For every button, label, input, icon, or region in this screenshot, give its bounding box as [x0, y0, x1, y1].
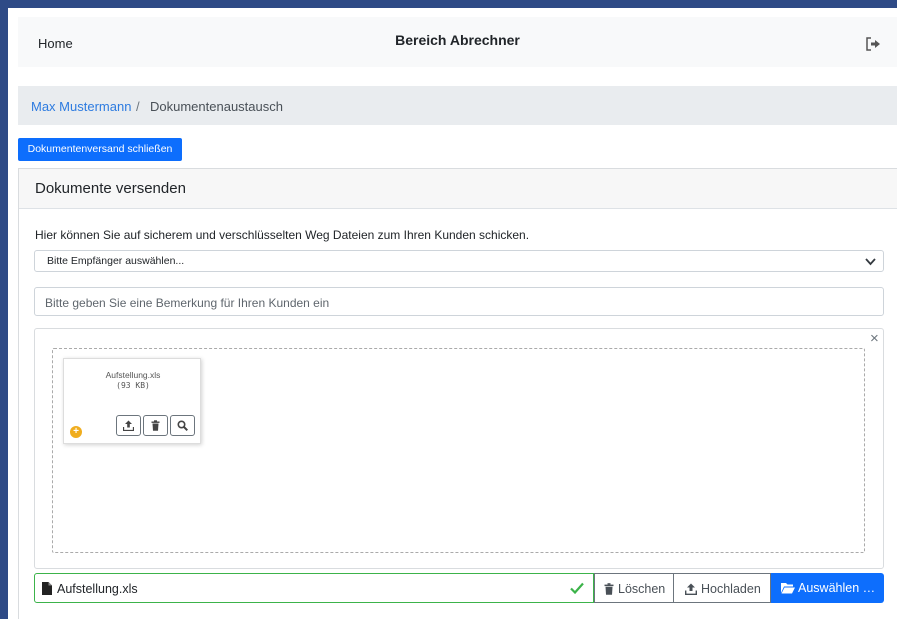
- upload-icon: [685, 583, 697, 595]
- preview-zoom-button[interactable]: [170, 415, 195, 436]
- window-frame-top: [0, 0, 897, 8]
- browse-files-label: Auswählen …: [798, 581, 876, 595]
- trash-icon: [604, 583, 614, 595]
- preview-delete-button[interactable]: [143, 415, 168, 436]
- breadcrumb-separator: /: [136, 99, 140, 114]
- card-title: Dokumente versenden: [35, 180, 186, 197]
- preview-file-name: Aufstellung.xls: [105, 370, 161, 380]
- upload-file-button[interactable]: Hochladen: [674, 573, 771, 603]
- chevron-down-icon: [865, 258, 876, 266]
- trash-icon: [151, 420, 160, 431]
- breadcrumb-user-link[interactable]: Max Mustermann: [31, 99, 131, 114]
- file-upload-panel: × Aufstellung.xls (93 KB) +: [34, 328, 884, 569]
- preview-upload-button[interactable]: [116, 415, 141, 436]
- recipient-select-value: Bitte Empfänger auswählen...: [47, 255, 185, 267]
- intro-text: Hier können Sie auf sicherem und verschl…: [35, 228, 530, 242]
- upload-icon: [123, 420, 134, 431]
- check-icon: [570, 582, 584, 594]
- upload-file-label: Hochladen: [701, 582, 761, 596]
- breadcrumb-current: Dokumentenaustausch: [150, 99, 283, 114]
- recipient-select[interactable]: Bitte Empfänger auswählen...: [34, 250, 884, 272]
- close-document-sending-button[interactable]: Dokumentenversand schließen: [18, 138, 182, 161]
- window-frame-left: [0, 0, 8, 619]
- selected-file-field: Aufstellung.xls: [34, 573, 594, 603]
- breadcrumb: Max Mustermann / Dokumentenaustausch: [18, 86, 897, 125]
- delete-file-label: Löschen: [618, 582, 666, 596]
- close-icon[interactable]: ×: [870, 331, 879, 346]
- selected-file-name: Aufstellung.xls: [57, 582, 138, 596]
- remark-input[interactable]: Bitte geben Sie eine Bemerkung für Ihren…: [34, 287, 884, 316]
- folder-open-icon: [781, 583, 795, 594]
- delete-file-button[interactable]: Löschen: [594, 573, 674, 603]
- nav-title: Bereich Abrechner: [395, 32, 520, 48]
- file-icon: [42, 582, 52, 595]
- card-header: Dokumente versenden: [19, 169, 897, 209]
- sign-out-icon[interactable]: [865, 37, 881, 51]
- file-preview-thumbnail: Aufstellung.xls (93 KB) +: [63, 358, 201, 444]
- navbar: Home Bereich Abrechner: [18, 17, 897, 67]
- file-drop-zone[interactable]: Aufstellung.xls (93 KB) +: [52, 348, 865, 553]
- browse-files-button[interactable]: Auswählen …: [771, 573, 884, 603]
- search-icon: [177, 420, 188, 431]
- plus-circle-icon[interactable]: +: [70, 426, 82, 438]
- preview-file-size: (93 KB): [116, 381, 150, 390]
- remark-input-placeholder: Bitte geben Sie eine Bemerkung für Ihren…: [45, 296, 330, 310]
